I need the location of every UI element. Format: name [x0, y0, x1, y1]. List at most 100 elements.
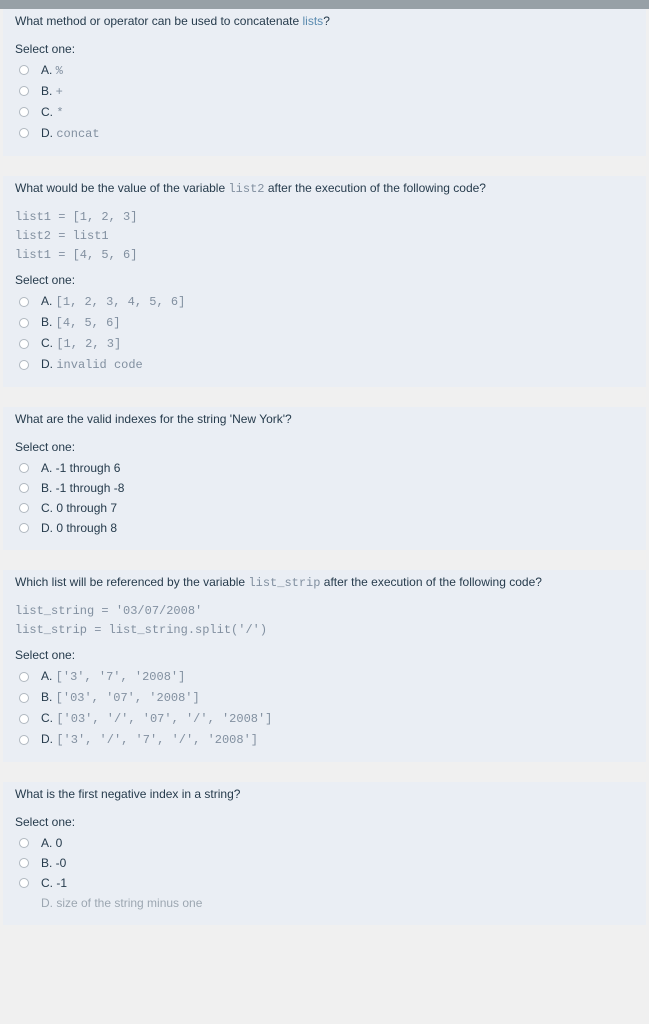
question-text: What method or operator can be used to c… [15, 9, 634, 36]
question-text-pre: Which list will be referenced by the var… [15, 575, 248, 589]
option-text: D. ['3', '/', '7', '/', '2008'] [41, 732, 258, 747]
radio-icon[interactable] [19, 297, 29, 307]
option-label: D. [41, 732, 56, 746]
answer-option[interactable]: D. invalid code [15, 354, 634, 375]
question-text-pre: What would be the value of the variable [15, 181, 228, 195]
question-text-code: list2 [228, 182, 264, 196]
option-text: A. -1 through 6 [41, 461, 120, 475]
answer-option[interactable]: A. -1 through 6 [15, 458, 634, 478]
radio-icon[interactable] [19, 483, 29, 493]
radio-icon[interactable] [19, 523, 29, 533]
question-block: What is the first negative index in a st… [3, 782, 646, 925]
answer-option[interactable]: A. % [15, 60, 634, 81]
radio-icon[interactable] [19, 693, 29, 703]
option-text: B. -0 [41, 856, 66, 870]
option-text: B. [4, 5, 6] [41, 315, 120, 330]
answer-option[interactable]: B. [4, 5, 6] [15, 312, 634, 333]
question-block: What are the valid indexes for the strin… [3, 407, 646, 550]
option-label: D. [41, 357, 56, 371]
option-code: * [56, 106, 63, 120]
select-one-label: Select one: [15, 440, 634, 454]
option-label: B. [41, 690, 56, 704]
answer-option[interactable]: C. [1, 2, 3] [15, 333, 634, 354]
answer-option[interactable]: C. -1 [15, 873, 634, 893]
select-one-label: Select one: [15, 42, 634, 56]
radio-icon[interactable] [19, 360, 29, 370]
option-label: A. [41, 63, 56, 77]
option-text: D. size of the string minus one [41, 896, 202, 910]
option-text: A. 0 [41, 836, 62, 850]
radio-icon[interactable] [19, 714, 29, 724]
radio-icon[interactable] [19, 463, 29, 473]
option-text: C. [1, 2, 3] [41, 336, 121, 351]
option-label: C. [41, 105, 56, 119]
option-code: ['3', '7', '2008'] [56, 670, 186, 684]
answer-option[interactable]: C. * [15, 102, 634, 123]
select-one-label: Select one: [15, 273, 634, 287]
option-label: B. [41, 84, 56, 98]
answer-option[interactable]: D. size of the string minus one [15, 893, 634, 913]
answer-option[interactable]: B. ['03', '07', '2008'] [15, 687, 634, 708]
option-text: D. invalid code [41, 357, 143, 372]
answer-option[interactable]: A. 0 [15, 833, 634, 853]
radio-icon[interactable] [19, 735, 29, 745]
question-text: What would be the value of the variable … [15, 176, 634, 204]
option-code: % [56, 64, 63, 78]
option-code: ['03', '/', '07', '/', '2008'] [56, 712, 272, 726]
answer-option[interactable]: C. ['03', '/', '07', '/', '2008'] [15, 708, 634, 729]
radio-icon[interactable] [19, 838, 29, 848]
radio-icon[interactable] [19, 878, 29, 888]
option-label: C. [41, 336, 56, 350]
option-text: C. 0 through 7 [41, 501, 117, 515]
option-code: concat [56, 127, 99, 141]
radio-icon[interactable] [19, 672, 29, 682]
option-text: C. -1 [41, 876, 67, 890]
option-code: [4, 5, 6] [56, 316, 121, 330]
select-one-label: Select one: [15, 815, 634, 829]
radio-icon[interactable] [19, 503, 29, 513]
answer-option[interactable]: B. -0 [15, 853, 634, 873]
code-block: list_string = '03/07/2008' list_strip = … [15, 602, 634, 640]
radio-icon[interactable] [19, 339, 29, 349]
option-text: A. ['3', '7', '2008'] [41, 669, 185, 684]
answer-option[interactable]: D. concat [15, 123, 634, 144]
radio-icon[interactable] [19, 65, 29, 75]
radio-icon[interactable] [19, 107, 29, 117]
option-code: ['3', '/', '7', '/', '2008'] [56, 733, 258, 747]
option-text: A. % [41, 63, 63, 78]
question-text: What is the first negative index in a st… [15, 782, 634, 809]
question-text-post: after the execution of the following cod… [264, 181, 485, 195]
question-text-post: after the execution of the following cod… [320, 575, 541, 589]
option-text: C. * [41, 105, 64, 120]
option-code: [1, 2, 3] [56, 337, 121, 351]
radio-icon[interactable] [19, 86, 29, 96]
answer-option[interactable]: D. ['3', '/', '7', '/', '2008'] [15, 729, 634, 750]
radio-icon[interactable] [19, 128, 29, 138]
answer-option[interactable]: B. -1 through -8 [15, 478, 634, 498]
select-one-label: Select one: [15, 648, 634, 662]
option-text: B. -1 through -8 [41, 481, 124, 495]
answer-option[interactable]: A. ['3', '7', '2008'] [15, 666, 634, 687]
option-label: B. [41, 315, 56, 329]
option-label: A. [41, 669, 56, 683]
radio-icon[interactable] [19, 318, 29, 328]
radio-icon[interactable] [19, 858, 29, 868]
option-label: A. [41, 294, 56, 308]
answer-option[interactable]: C. 0 through 7 [15, 498, 634, 518]
answer-option[interactable]: D. 0 through 8 [15, 518, 634, 538]
option-code: ['03', '07', '2008'] [56, 691, 200, 705]
question-block: Which list will be referenced by the var… [3, 570, 646, 762]
question-text-post: ? [323, 14, 330, 28]
question-block: What method or operator can be used to c… [3, 9, 646, 156]
top-bar [0, 0, 649, 9]
answer-option[interactable]: A. [1, 2, 3, 4, 5, 6] [15, 291, 634, 312]
question-text-pre: What method or operator can be used to c… [15, 14, 303, 28]
option-text: D. concat [41, 126, 100, 141]
question-text-link: lists [303, 14, 324, 28]
option-code: + [56, 85, 63, 99]
option-code: [1, 2, 3, 4, 5, 6] [56, 295, 186, 309]
option-text: A. [1, 2, 3, 4, 5, 6] [41, 294, 185, 309]
question-text-code: list_strip [248, 576, 320, 590]
option-label: C. [41, 711, 56, 725]
answer-option[interactable]: B. + [15, 81, 634, 102]
